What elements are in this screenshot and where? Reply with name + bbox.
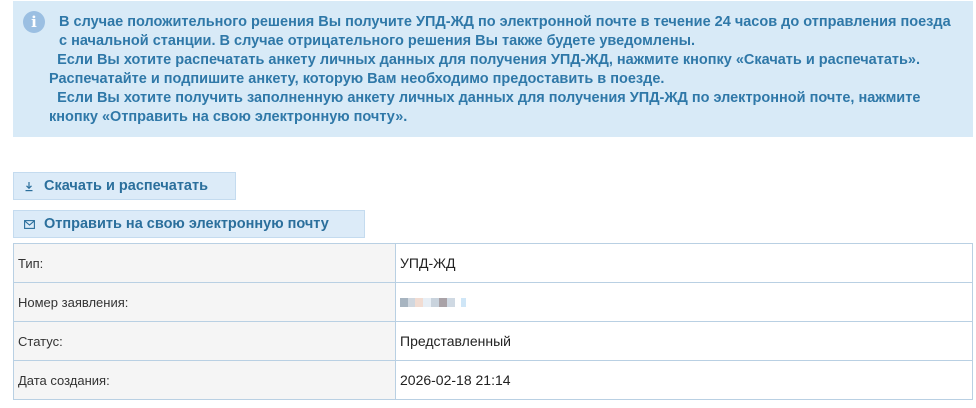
application-number-value	[395, 282, 973, 322]
row-label: Дата создания:	[13, 360, 396, 400]
redacted-value	[400, 298, 466, 308]
send-to-email-button[interactable]: Отправить на свою электронную почту	[13, 210, 365, 238]
row-value: 2026-02-18 21:14	[395, 360, 973, 400]
row-value: Представленный	[395, 321, 973, 361]
info-notice: i В случае положительного решения Вы пол…	[13, 1, 973, 137]
info-paragraph: В случае положительного решения Вы получ…	[59, 14, 955, 49]
info-paragraph: Если Вы хотите получить заполненную анке…	[49, 90, 925, 125]
download-and-print-button[interactable]: Скачать и распечатать	[13, 172, 236, 200]
download-icon	[14, 181, 44, 192]
application-details-table: Тип: УПД-ЖД Номер заявления: Статус: Пре…	[13, 243, 973, 400]
table-row-application-number: Номер заявления:	[13, 282, 973, 322]
info-icon: i	[23, 11, 45, 33]
email-button-label: Отправить на свою электронную почту	[44, 216, 329, 232]
table-row-status: Статус: Представленный	[13, 321, 973, 361]
envelope-icon	[14, 219, 44, 229]
table-row-created-date: Дата создания: 2026-02-18 21:14	[13, 360, 973, 400]
row-value: УПД-ЖД	[395, 243, 973, 283]
row-label: Тип:	[13, 243, 396, 283]
table-row-type: Тип: УПД-ЖД	[13, 243, 973, 283]
row-label: Номер заявления:	[13, 282, 396, 322]
info-paragraph: Если Вы хотите распечатать анкету личных…	[49, 52, 925, 87]
row-label: Статус:	[13, 321, 396, 361]
download-button-label: Скачать и распечатать	[44, 178, 209, 194]
info-text: В случае положительного решения Вы получ…	[49, 13, 959, 127]
